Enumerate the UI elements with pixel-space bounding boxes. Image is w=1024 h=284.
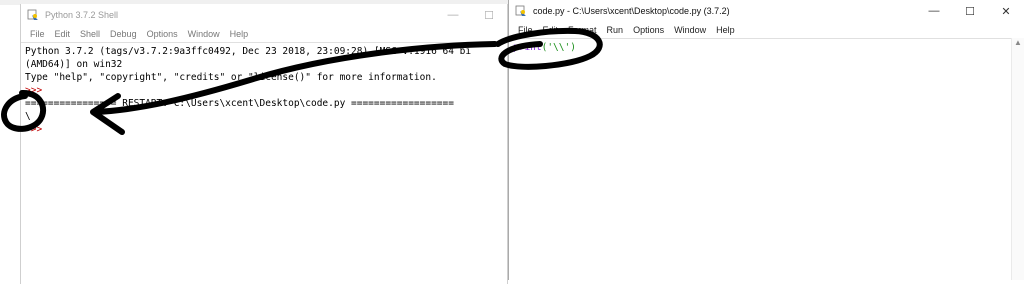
editor-vertical-scrollbar[interactable]: ▲ — [1011, 38, 1024, 280]
editor-menubar: File Edit Format Run Options Window Help — [509, 22, 1024, 39]
shell-line-output: \ — [25, 111, 31, 122]
shell-line-platform: (AMD64)] on win32 — [25, 59, 123, 70]
shell-line-restart: ================ RESTART: C:\Users\xcent… — [25, 98, 454, 109]
editor-title: code.py - C:\Users\xcent\Desktop\code.py… — [533, 6, 730, 16]
python-idle-icon — [515, 5, 526, 16]
shell-output-area[interactable]: Python 3.7.2 (tags/v3.7.2:9a3ffc0492, De… — [21, 43, 507, 277]
code-editor-window: code.py - C:\Users\xcent\Desktop\code.py… — [508, 0, 1024, 280]
shell-menu-options[interactable]: Options — [142, 29, 183, 39]
editor-titlebar[interactable]: code.py - C:\Users\xcent\Desktop\code.py… — [509, 0, 1024, 22]
shell-title: Python 3.7.2 Shell — [45, 10, 119, 20]
editor-close-button[interactable]: ✕ — [988, 5, 1024, 18]
shell-prompt-final: >>> — [25, 124, 48, 135]
shell-titlebar[interactable]: Python 3.7.2 Shell — ☐ — [21, 4, 507, 26]
code-argument: ('\\') — [541, 42, 576, 53]
shell-menu-debug[interactable]: Debug — [105, 29, 142, 39]
shell-menu-edit[interactable]: Edit — [50, 29, 76, 39]
editor-menu-file[interactable]: File — [513, 25, 538, 35]
editor-minimize-button[interactable]: — — [916, 5, 952, 17]
shell-menubar: File Edit Shell Debug Options Window Hel… — [21, 26, 507, 43]
scroll-up-arrow-icon[interactable]: ▲ — [1012, 38, 1024, 47]
shell-menu-shell[interactable]: Shell — [75, 29, 105, 39]
python-idle-icon — [27, 9, 38, 20]
shell-maximize-button[interactable]: ☐ — [471, 9, 507, 22]
editor-menu-window[interactable]: Window — [669, 25, 711, 35]
editor-menu-edit[interactable]: Edit — [538, 25, 564, 35]
python-shell-window: Python 3.7.2 Shell — ☐ File Edit Shell D… — [20, 4, 508, 284]
shell-line-version: Python 3.7.2 (tags/v3.7.2:9a3ffc0492, De… — [25, 46, 472, 57]
editor-menu-help[interactable]: Help — [711, 25, 740, 35]
editor-menu-format[interactable]: Format — [563, 25, 602, 35]
shell-prompt: >>> — [25, 85, 48, 96]
editor-menu-options[interactable]: Options — [628, 25, 669, 35]
editor-menu-run[interactable]: Run — [602, 25, 629, 35]
shell-line-help: Type "help", "copyright", "credits" or "… — [25, 72, 437, 83]
shell-menu-file[interactable]: File — [25, 29, 50, 39]
shell-menu-window[interactable]: Window — [183, 29, 225, 39]
shell-minimize-button[interactable]: — — [435, 9, 471, 21]
code-keyword: print — [513, 42, 542, 53]
shell-menu-help[interactable]: Help — [225, 29, 254, 39]
code-editor-area[interactable]: print('\\') — [509, 39, 1024, 56]
editor-maximize-button[interactable]: ☐ — [952, 5, 988, 18]
